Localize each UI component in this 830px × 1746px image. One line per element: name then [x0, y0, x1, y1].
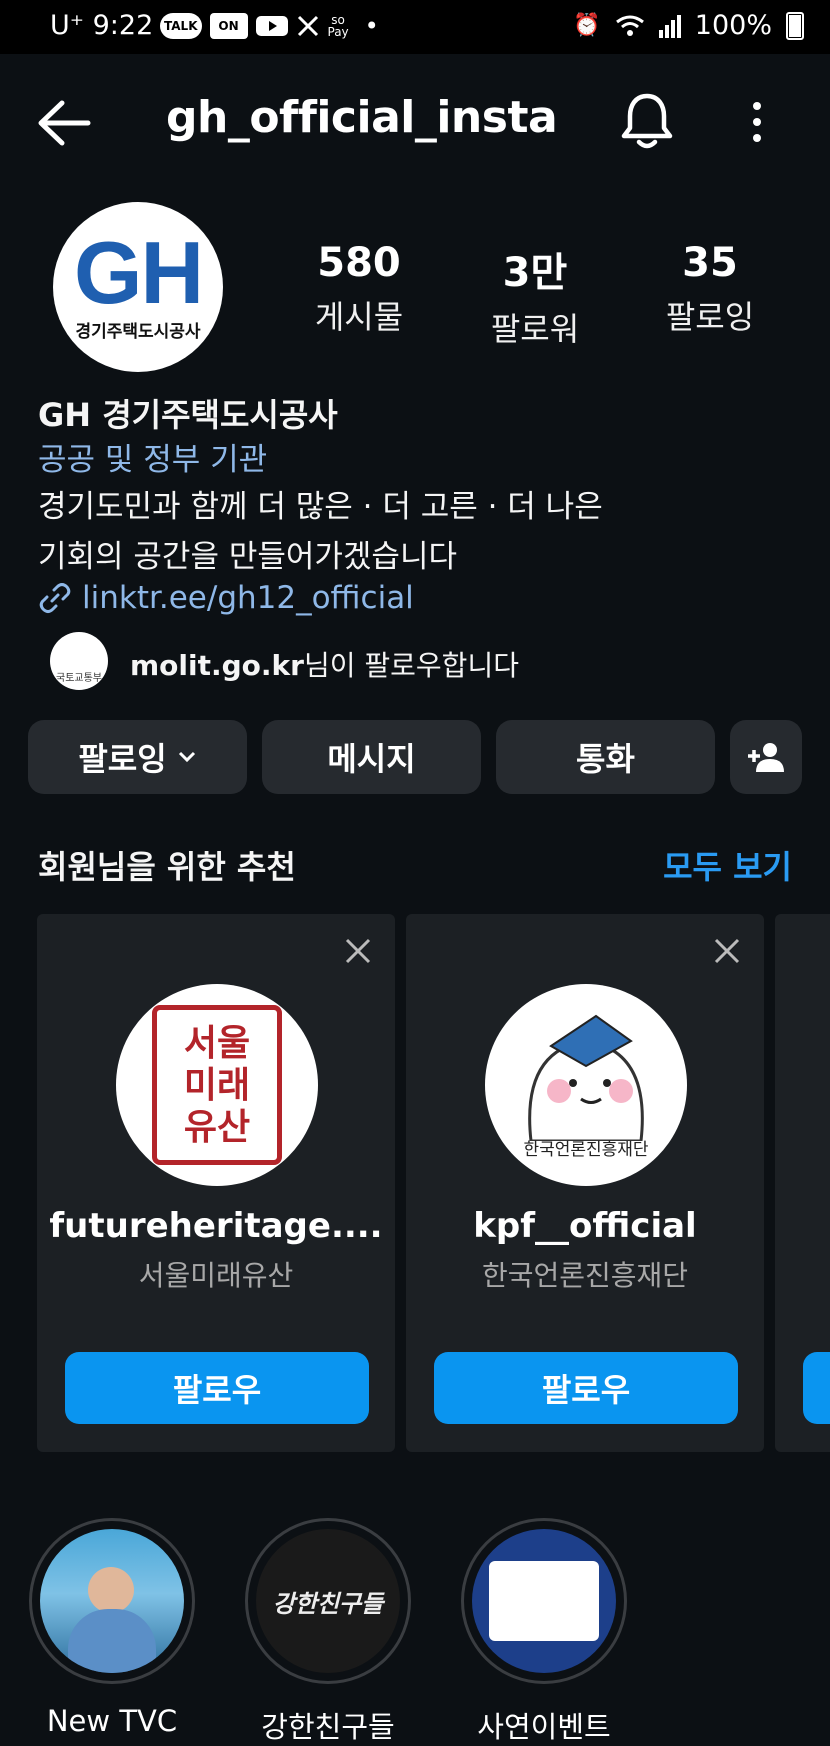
youtube-icon — [255, 16, 288, 36]
mascot-icon — [528, 1014, 644, 1141]
followed-by-text[interactable]: molit.go.kr님이 팔로우합니다 — [130, 644, 519, 684]
alarm-icon: ⏰ — [573, 13, 601, 38]
battery-icon — [786, 11, 804, 40]
highlight-cover — [472, 1529, 616, 1673]
avatar-caption: 한국언론진흥재단 — [523, 1139, 649, 1160]
bio-line: 경기도민과 함께 더 많은 · 더 고른 · 더 나은 — [38, 489, 603, 525]
seal-logo: 서울 미래 유산 — [152, 1005, 282, 1165]
link-icon — [39, 583, 71, 613]
on-icon: ON — [209, 13, 248, 39]
follow-button[interactable]: 팔로우 — [65, 1352, 369, 1424]
following-button[interactable]: 팔로잉 — [28, 720, 247, 794]
close-icon[interactable] — [712, 936, 742, 966]
stat-value: 580 — [317, 240, 401, 286]
message-label: 메시지 — [327, 740, 416, 778]
call-button[interactable]: 통화 — [496, 720, 715, 794]
stat-posts[interactable]: 580 게시물 — [279, 240, 439, 338]
avatar-caption: 국토교통부 — [56, 673, 102, 684]
suggestion-card[interactable]: 한국언론진흥재단 kpf__official 한국언론진흥재단 팔로우 — [406, 914, 764, 1452]
suggestion-card-partial[interactable] — [775, 914, 830, 1452]
highlight-label: New TVC — [46, 1704, 178, 1738]
highlight-label: 사연이벤트 — [477, 1710, 611, 1744]
suggestion-card[interactable]: 서울 미래 유산 futureheritage.... 서울미래유산 팔로우 — [37, 914, 395, 1452]
highlight-item[interactable]: 사연이벤트 — [459, 1518, 629, 1746]
chevron-down-icon — [178, 751, 195, 763]
highlight-item[interactable]: New TVC — [27, 1518, 197, 1738]
wifi-icon — [615, 15, 644, 36]
highlight-ring — [461, 1518, 627, 1684]
see-all-link[interactable]: 모두 보기 — [663, 842, 792, 888]
follow-button[interactable]: 팔로우 — [434, 1352, 738, 1424]
pay-icon: so Pay — [327, 13, 349, 39]
suggestion-fullname: 한국언론진흥재단 — [481, 1259, 689, 1292]
stat-followers[interactable]: 3만 팔로워 — [455, 240, 615, 350]
clock: 9:22 — [92, 10, 154, 41]
suggestion-fullname: 서울미래유산 — [138, 1259, 294, 1292]
status-time: U⁺ 9:22 — [50, 10, 153, 41]
suggestion-avatar[interactable]: 한국언론진흥재단 — [485, 984, 687, 1186]
profile-name: GH 경기주택도시공사 — [38, 396, 338, 434]
status-right: ⏰ 100% — [573, 10, 804, 41]
highlight-item[interactable]: 강한친구들 강한친구들 — [243, 1518, 413, 1746]
add-user-button[interactable] — [730, 720, 802, 794]
dot-icon: • — [364, 12, 379, 40]
bio-line: 기회의 공간을 만들어가겠습니다 — [38, 539, 457, 575]
arrow-left-icon[interactable] — [36, 98, 92, 148]
stat-value: 3만 — [502, 250, 568, 296]
x-icon — [297, 15, 318, 37]
highlight-ring — [29, 1518, 195, 1684]
follow-button-partial[interactable] — [803, 1352, 830, 1424]
suggestion-avatar[interactable]: 서울 미래 유산 — [116, 984, 318, 1186]
gh-logo: GH — [74, 222, 204, 322]
stat-following[interactable]: 35 팔로잉 — [630, 240, 790, 338]
following-label: 팔로잉 — [78, 740, 167, 778]
link-text[interactable]: linktr.ee/gh12_official — [82, 580, 414, 616]
more-vertical-icon[interactable] — [742, 100, 772, 144]
profile-category: 공공 및 정부 기관 — [38, 442, 268, 478]
message-button[interactable]: 메시지 — [262, 720, 481, 794]
highlight-cover: 강한친구들 — [256, 1529, 400, 1673]
page-title: gh_official_insta — [166, 92, 558, 143]
highlight-ring: 강한친구들 — [245, 1518, 411, 1684]
notification-icons: TALK ON so Pay • — [160, 12, 379, 40]
profile-link[interactable]: linktr.ee/gh12_official — [38, 580, 414, 616]
call-label: 통화 — [576, 740, 635, 778]
stat-label: 팔로잉 — [665, 298, 755, 336]
bell-icon[interactable] — [618, 90, 676, 152]
highlight-label: 강한친구들 — [261, 1710, 395, 1744]
followed-by-avatar[interactable]: 국토교통부 — [50, 632, 108, 690]
add-user-icon — [748, 743, 784, 772]
followed-by-user[interactable]: molit.go.kr — [130, 649, 304, 682]
signal-icon — [658, 14, 681, 38]
stat-label: 팔로워 — [490, 310, 580, 348]
logo-subtext: 경기주택도시공사 — [75, 321, 201, 342]
followed-by-suffix: 님이 팔로우합니다 — [303, 649, 519, 682]
close-icon[interactable] — [343, 936, 373, 966]
kakaotalk-icon: TALK — [160, 13, 202, 39]
carrier-label: U⁺ — [50, 10, 85, 41]
stat-label: 게시물 — [314, 298, 404, 336]
battery-percent: 100% — [694, 10, 772, 41]
stat-value: 35 — [682, 240, 738, 286]
suggestions-title: 회원님을 위한 추천 — [38, 848, 296, 886]
suggestion-username[interactable]: kpf__official — [406, 1206, 764, 1246]
profile-avatar[interactable]: GH 경기주택도시공사 — [53, 202, 223, 372]
suggestion-username[interactable]: futureheritage.... — [37, 1206, 395, 1246]
highlight-cover — [40, 1529, 184, 1673]
profile-bio: 경기도민과 함께 더 많은 · 더 고른 · 더 나은 기회의 공간을 만들어가… — [38, 482, 603, 582]
